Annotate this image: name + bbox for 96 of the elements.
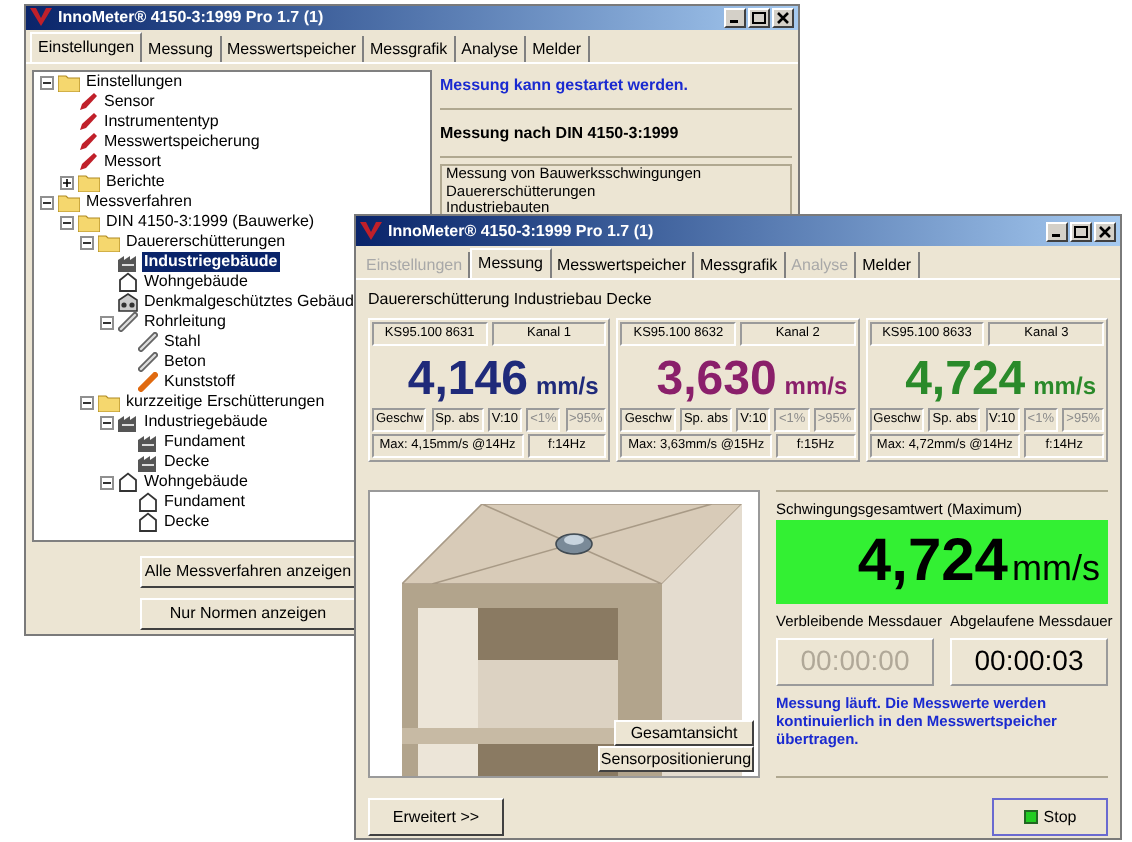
tree-item[interactable]: Fundament	[162, 432, 247, 452]
folder-icon	[78, 213, 100, 231]
collapse-toggle[interactable]	[99, 415, 113, 429]
tab[interactable]: Melder	[856, 252, 920, 278]
window-title: InnoMeter® 4150-3:1999 Pro 1.7 (1)	[388, 219, 656, 243]
plus-icon	[61, 177, 71, 187]
tree-item[interactable]: Stahl	[162, 332, 203, 352]
factory-icon	[138, 453, 158, 471]
tree-item[interactable]: Dauererschütterungen	[124, 232, 288, 252]
tree-item[interactable]: Messwertspeicherung	[102, 132, 262, 152]
tree-item[interactable]: Berichte	[104, 172, 167, 192]
close-icon	[776, 12, 790, 24]
channel-value: 4,146	[407, 354, 528, 406]
collapse-toggle[interactable]	[59, 215, 73, 229]
timer-display: 00:00:00	[776, 637, 934, 685]
extended-button[interactable]: Erweitert >>	[368, 798, 504, 836]
close-button[interactable]	[772, 8, 794, 28]
channel-unit: mm/s	[535, 370, 599, 404]
led-icon	[1023, 810, 1038, 824]
tree-item[interactable]: kurzzeitige Erschütterungen	[124, 392, 327, 412]
app-logo-icon	[30, 8, 52, 28]
minus-icon	[101, 477, 111, 487]
minus-icon	[101, 317, 111, 327]
measurement-subtitle: Dauererschütterung Industriebau Decke	[368, 288, 654, 312]
tree-item[interactable]: Rohrleitung	[142, 312, 228, 332]
folder-icon	[98, 393, 120, 411]
collapse-toggle[interactable]	[39, 75, 53, 89]
house-icon	[118, 272, 138, 292]
tab[interactable]: Einstellungen	[30, 32, 143, 62]
minimize-button[interactable]	[1046, 221, 1068, 241]
channel-unit: mm/s	[1033, 370, 1096, 404]
stop-button[interactable]: Stop	[992, 798, 1108, 836]
total-value: 4,724	[857, 526, 1008, 599]
timer-display: 00:00:03	[950, 637, 1108, 685]
tree-item[interactable]: Industriegebäude	[142, 412, 270, 432]
folder-icon	[58, 193, 80, 211]
window-title: InnoMeter® 4150-3:1999 Pro 1.7 (1)	[58, 6, 326, 30]
tree-item[interactable]: Denkmalgeschütztes Gebäud	[142, 292, 356, 312]
status-message: Messung kann gestartet werden.	[440, 74, 691, 98]
tree-item[interactable]: Decke	[162, 512, 212, 532]
tab[interactable]: Messgrafik	[693, 252, 786, 278]
tab[interactable]: Messwertspeicher	[221, 36, 364, 62]
show-norms-button[interactable]: Nur Normen anzeigen	[140, 598, 356, 630]
folder-icon	[58, 73, 80, 91]
maximize-icon	[752, 12, 766, 24]
pipe-icon	[138, 332, 158, 352]
channel-value: 4,724	[905, 354, 1026, 406]
close-icon	[1098, 225, 1112, 237]
collapse-toggle[interactable]	[99, 475, 113, 489]
minimize-button[interactable]	[724, 8, 746, 28]
overview-button[interactable]: Gesamtansicht	[614, 720, 754, 746]
app-logo-icon	[360, 221, 382, 241]
channel-unit: mm/s	[784, 370, 848, 404]
folder-icon	[78, 173, 100, 191]
tab[interactable]: Messung	[142, 36, 222, 62]
tree-item[interactable]: Messort	[102, 152, 163, 172]
factory-icon	[118, 253, 138, 271]
method-heading: Messung nach DIN 4150-3:1999	[440, 122, 681, 146]
tree-item[interactable]: Fundament	[162, 492, 247, 512]
tab[interactable]: Messgrafik	[363, 36, 456, 62]
pipe-icon	[118, 312, 138, 332]
monument-icon	[118, 292, 138, 312]
tree-item[interactable]: Beton	[162, 352, 208, 372]
channel-value: 3,630	[656, 354, 777, 406]
collapse-toggle[interactable]	[79, 395, 93, 409]
show-all-methods-button[interactable]: Alle Messverfahren anzeigen	[140, 556, 356, 588]
tab[interactable]: Messwertspeicher	[551, 252, 694, 278]
minus-icon	[41, 77, 51, 87]
collapse-toggle[interactable]	[99, 315, 113, 329]
tree-item[interactable]: Einstellungen	[84, 72, 185, 92]
tab[interactable]: Messung	[470, 248, 552, 278]
collapse-toggle[interactable]	[39, 195, 53, 209]
tree-item[interactable]: Decke	[162, 452, 212, 472]
tree-item[interactable]: Kunststoff	[162, 372, 237, 392]
total-unit: mm/s	[1012, 546, 1100, 593]
close-button[interactable]	[1094, 221, 1116, 241]
tree-item[interactable]: Sensor	[102, 92, 157, 112]
tree-item[interactable]: Wohngebäude	[142, 272, 250, 292]
pipe-icon	[138, 372, 158, 392]
factory-icon	[118, 413, 138, 431]
folder-icon	[98, 233, 120, 251]
tree-item[interactable]: Instrumententyp	[102, 112, 221, 132]
maximize-button[interactable]	[748, 8, 770, 28]
tab[interactable]: Melder	[526, 36, 590, 62]
tree-item[interactable]: DIN 4150-3:1999 (Bauwerke)	[104, 212, 317, 232]
maximize-icon	[1074, 225, 1088, 237]
collapse-toggle[interactable]	[79, 235, 93, 249]
factory-icon	[138, 433, 158, 451]
tree-item[interactable]: Industriegebäude	[142, 252, 280, 272]
maximize-button[interactable]	[1070, 221, 1092, 241]
sensor-positioning-button[interactable]: Sensorpositionierung	[598, 746, 754, 772]
pipe-icon	[138, 352, 158, 372]
tree-item[interactable]: Wohngebäude	[142, 472, 250, 492]
expand-toggle[interactable]	[59, 175, 73, 189]
tab[interactable]: Analyse	[455, 36, 527, 62]
tree-item[interactable]: Messverfahren	[84, 192, 194, 212]
